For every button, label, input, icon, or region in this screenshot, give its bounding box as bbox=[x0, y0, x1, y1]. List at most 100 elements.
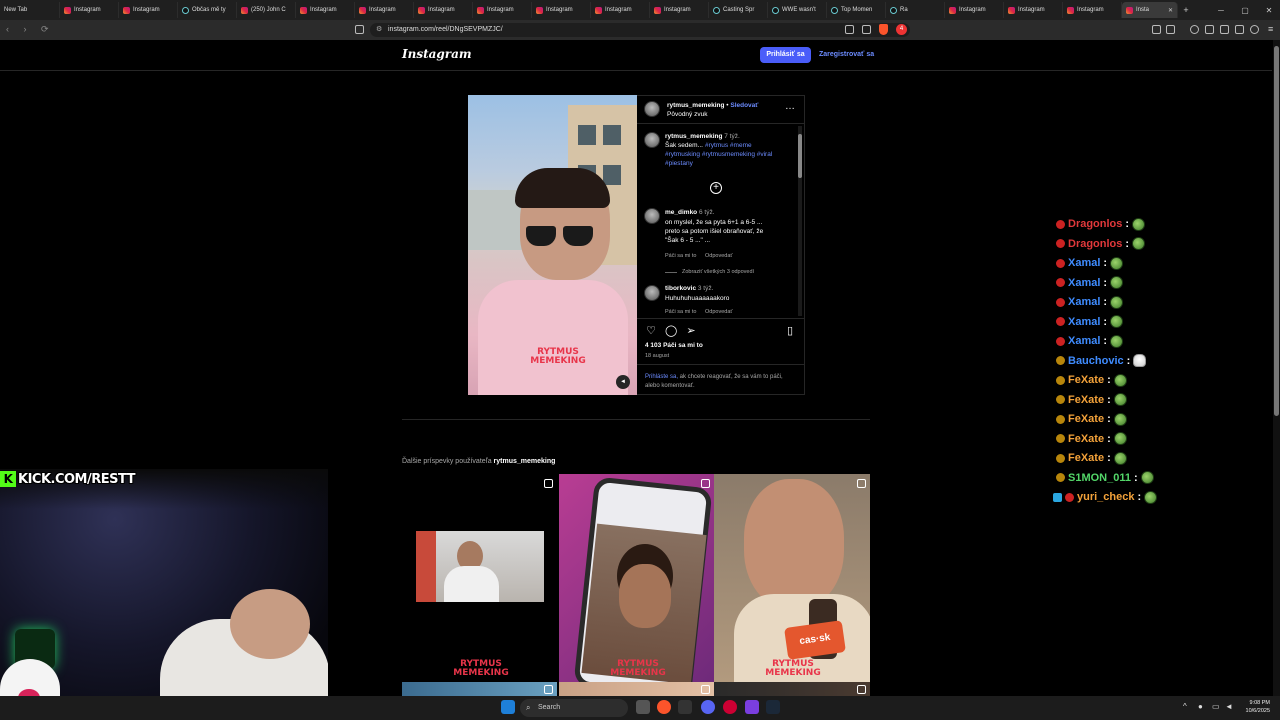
browser-tab[interactable]: (250) John C bbox=[237, 2, 296, 18]
taskbar-search[interactable]: ⌕ Search bbox=[520, 699, 628, 717]
caption-tags-line2[interactable]: #rytmusking #rytmusmemeking #viral bbox=[665, 151, 772, 160]
wallet-icon[interactable] bbox=[1166, 25, 1175, 34]
browser-tab[interactable]: Instagram bbox=[945, 2, 1004, 18]
view-replies-button[interactable]: Zobraziť všetkých 3 odpovedí bbox=[682, 268, 754, 277]
post-thumbnail[interactable] bbox=[559, 682, 714, 696]
login-button[interactable]: Prihlásiť sa bbox=[760, 47, 811, 63]
chat-username[interactable]: Xamal bbox=[1068, 335, 1100, 347]
mute-button[interactable]: ◄ bbox=[616, 375, 630, 389]
load-more-comments-icon[interactable]: + bbox=[710, 182, 722, 194]
steam-icon[interactable] bbox=[766, 700, 780, 714]
comment-reply-button[interactable]: Odpovedať bbox=[705, 252, 732, 261]
nav-buttons[interactable]: ‹ › ⟳ bbox=[6, 24, 55, 35]
comment-avatar[interactable] bbox=[644, 285, 660, 301]
minimize-icon[interactable]: ─ bbox=[1210, 0, 1232, 20]
comment-icon[interactable]: ◯ bbox=[665, 325, 677, 337]
comment-avatar[interactable] bbox=[644, 208, 660, 224]
chat-username[interactable]: Xamal bbox=[1068, 296, 1100, 308]
browser-tab[interactable]: Ra bbox=[886, 2, 945, 18]
post-thumbnail[interactable]: RYTMUS MEMEKING bbox=[559, 474, 714, 682]
like-icon[interactable]: ♡ bbox=[645, 325, 657, 337]
follow-button[interactable]: Sledovať bbox=[730, 102, 758, 109]
site-info-icon[interactable]: ⚙ bbox=[376, 23, 382, 37]
menu-icon[interactable]: ≡ bbox=[1268, 24, 1273, 34]
share-icon[interactable]: ➢ bbox=[685, 325, 697, 337]
translate-icon[interactable] bbox=[862, 25, 871, 34]
browser-tab[interactable]: Instagram bbox=[1004, 2, 1063, 18]
browser-tab[interactable]: New Tab bbox=[0, 2, 60, 18]
comment-like-button[interactable]: Páči sa mi to bbox=[665, 308, 696, 317]
caption-tags-line1[interactable]: #rytmus #meme bbox=[705, 142, 752, 151]
chat-username[interactable]: S1MON_011 bbox=[1068, 472, 1131, 484]
post-thumbnail[interactable] bbox=[402, 682, 557, 696]
chat-username[interactable]: Xamal bbox=[1068, 316, 1100, 328]
vpn-icon[interactable] bbox=[1235, 25, 1244, 34]
task-view-icon[interactable] bbox=[636, 700, 650, 714]
browser-tab[interactable]: Instagram bbox=[650, 2, 709, 18]
sidebar-icon[interactable] bbox=[1205, 25, 1214, 34]
app-icon[interactable] bbox=[723, 700, 737, 714]
chat-username[interactable]: FeXate bbox=[1068, 394, 1104, 406]
tray-chevron-icon[interactable]: ^ bbox=[1183, 702, 1187, 711]
browser-tab[interactable]: Instagram bbox=[119, 2, 178, 18]
browser-tab[interactable]: Občas mě ty bbox=[178, 2, 237, 18]
comment-like-button[interactable]: Páči sa mi to bbox=[665, 252, 696, 261]
browser-tab[interactable]: Instagram bbox=[473, 2, 532, 18]
volume-icon[interactable]: ◄ bbox=[1225, 702, 1233, 711]
more-posts-user[interactable]: rytmus_memeking bbox=[494, 458, 556, 465]
browser-tab[interactable]: Top Momen bbox=[827, 2, 886, 18]
network-icon[interactable]: ▭ bbox=[1212, 702, 1220, 711]
likes-count[interactable]: 4 103 Páči sa mi to bbox=[645, 342, 703, 351]
author-username[interactable]: rytmus_memeking bbox=[667, 102, 724, 109]
leo-icon[interactable] bbox=[1220, 25, 1229, 34]
caption-tags-line3[interactable]: #piestany bbox=[665, 160, 693, 169]
comments-scrollbar[interactable] bbox=[798, 126, 802, 316]
more-options-icon[interactable]: … bbox=[785, 102, 795, 112]
start-icon[interactable] bbox=[501, 700, 515, 714]
post-thumbnail[interactable]: RYTMUS MEMEKING bbox=[402, 474, 557, 682]
audio-label[interactable]: Pôvodný zvuk bbox=[667, 111, 707, 120]
comment-username[interactable]: tiborkovic bbox=[665, 285, 696, 292]
rewards-icon[interactable]: 4 bbox=[896, 24, 907, 35]
chat-username[interactable]: FeXate bbox=[1068, 374, 1104, 386]
post-thumbnail[interactable] bbox=[714, 682, 870, 696]
app-icon[interactable] bbox=[745, 700, 759, 714]
browser-tab[interactable]: Instagram bbox=[1063, 2, 1122, 18]
browser-tab[interactable]: Instagram bbox=[591, 2, 650, 18]
chat-username[interactable]: FeXate bbox=[1068, 452, 1104, 464]
taskbar-clock[interactable]: 9:08 PM 10/6/2025 bbox=[1236, 699, 1270, 715]
profile-icon[interactable] bbox=[1250, 25, 1259, 34]
chat-username[interactable]: yuri_check bbox=[1077, 491, 1134, 503]
close-tab-icon[interactable]: ✕ bbox=[1168, 7, 1173, 14]
comment-reply-button[interactable]: Odpovedať bbox=[705, 308, 732, 317]
post-thumbnail[interactable]: cas·sk RYTMUS MEMEKING bbox=[714, 474, 870, 682]
app-icon[interactable] bbox=[678, 700, 692, 714]
login-prompt-link[interactable]: Prihláste sa, bbox=[645, 374, 678, 380]
comment-username[interactable]: me_dimko bbox=[665, 209, 697, 216]
instagram-logo[interactable]: Instagram bbox=[402, 47, 472, 61]
browser-tab[interactable]: Instagram bbox=[414, 2, 473, 18]
signup-link[interactable]: Zaregistrovať sa bbox=[819, 51, 874, 58]
browser-tab[interactable]: Insta ✕ bbox=[1122, 2, 1178, 18]
url-field[interactable]: ⚙ instagram.com/reel/DNgSEVPMZJC/ bbox=[370, 23, 910, 37]
comments-scroll-thumb[interactable] bbox=[798, 134, 802, 178]
page-scroll-thumb[interactable] bbox=[1274, 46, 1279, 416]
chat-username[interactable]: FeXate bbox=[1068, 433, 1104, 445]
bookmark-icon[interactable] bbox=[355, 25, 364, 34]
discord-icon[interactable] bbox=[701, 700, 715, 714]
chat-username[interactable]: Xamal bbox=[1068, 257, 1100, 269]
chat-username[interactable]: FeXate bbox=[1068, 413, 1104, 425]
browser-tab[interactable]: Instagram bbox=[296, 2, 355, 18]
save-icon[interactable]: ▯ bbox=[784, 325, 796, 337]
chat-username[interactable]: Bauchovic bbox=[1068, 355, 1124, 367]
brave-shields-icon[interactable] bbox=[879, 24, 888, 35]
browser-tab[interactable]: Casting Spr bbox=[709, 2, 768, 18]
browser-tab[interactable]: WWE wasn't bbox=[768, 2, 827, 18]
browser-tab[interactable]: Instagram bbox=[355, 2, 414, 18]
mic-icon[interactable]: ● bbox=[1198, 702, 1203, 711]
author-avatar[interactable] bbox=[644, 101, 660, 117]
browser-tab[interactable]: Instagram bbox=[532, 2, 591, 18]
extensions-icon[interactable] bbox=[1152, 25, 1161, 34]
caption-avatar[interactable] bbox=[644, 132, 660, 148]
maximize-icon[interactable]: ▢ bbox=[1234, 0, 1256, 20]
